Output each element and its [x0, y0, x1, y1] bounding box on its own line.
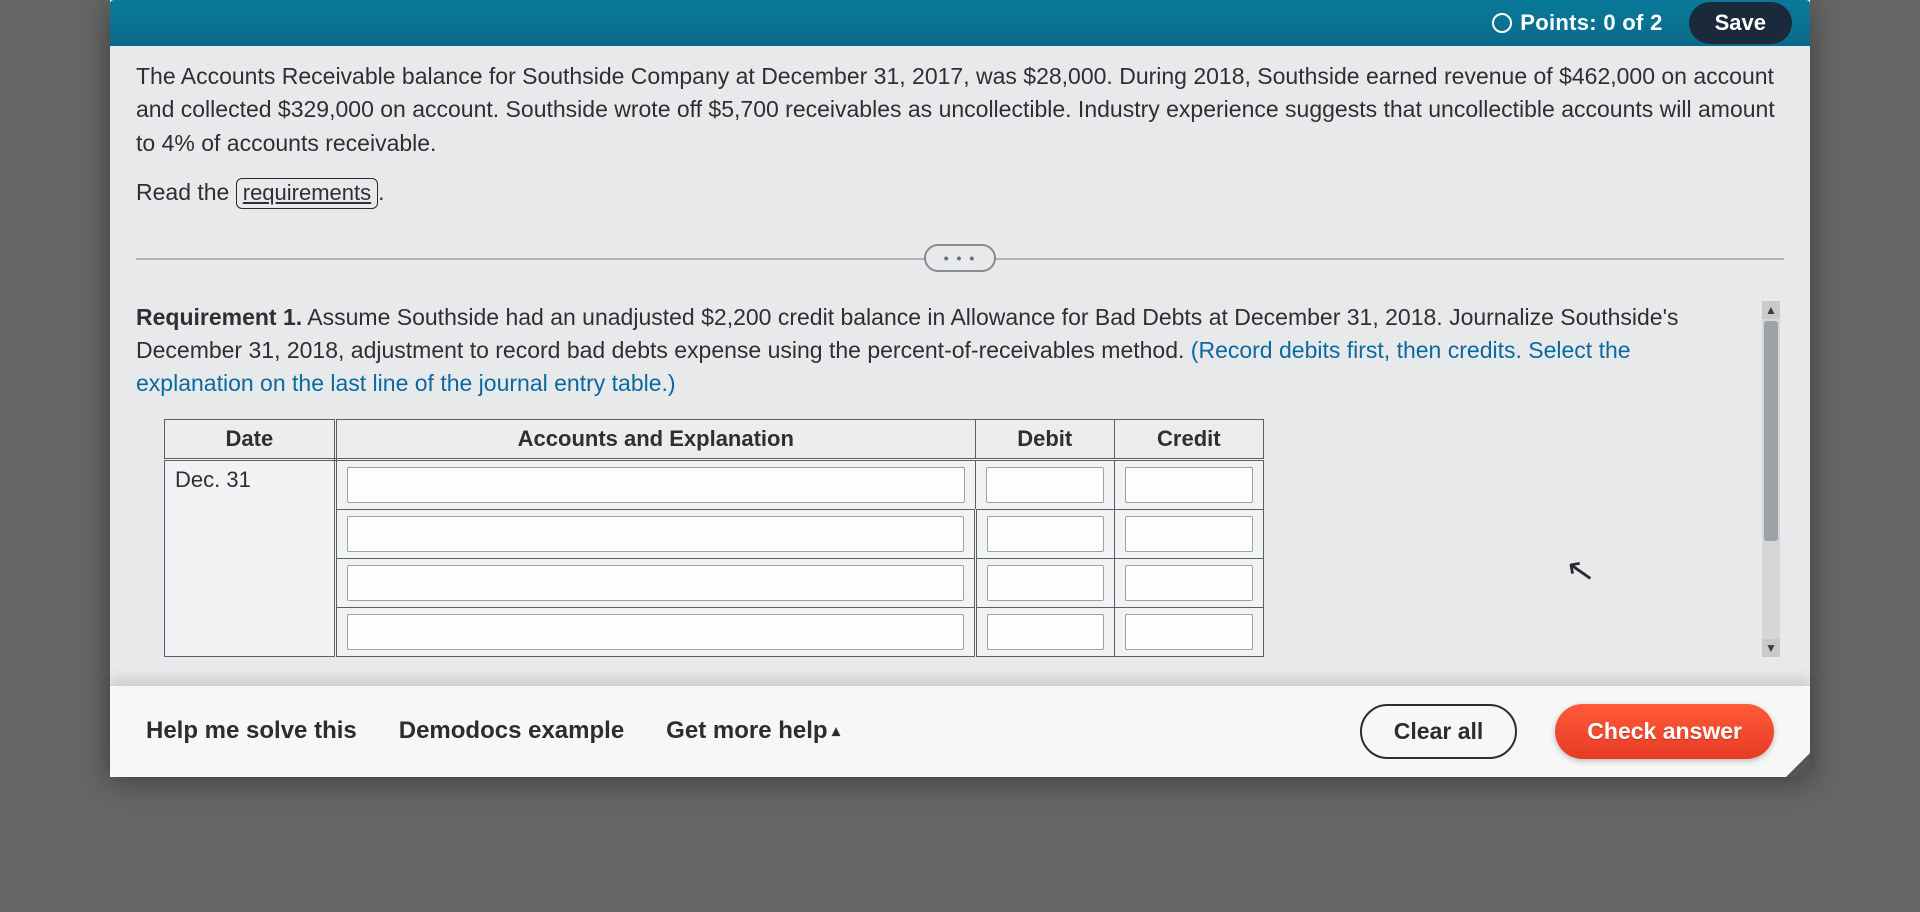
scroll-up-arrow-icon[interactable]: ▲ — [1762, 301, 1780, 319]
requirement-scroll-pane: Requirement 1. Assume Southside had an u… — [136, 301, 1784, 657]
debit-input-1[interactable] — [986, 467, 1104, 503]
assignment-panel: Points: 0 of 2 Save The Accounts Receiva… — [110, 0, 1810, 777]
resize-corner-icon[interactable] — [1786, 753, 1810, 777]
points-circle-icon — [1492, 13, 1512, 33]
credit-input-2[interactable] — [1125, 516, 1253, 552]
journal-entry-table-wrap: Date Accounts and Explanation Debit Cred… — [164, 419, 1754, 657]
col-debit: Debit — [975, 419, 1114, 459]
footer-bar: Help me solve this Demodocs example Get … — [110, 685, 1810, 777]
problem-statement: The Accounts Receivable balance for Sout… — [136, 60, 1784, 160]
credit-input-1[interactable] — [1125, 467, 1253, 503]
get-more-help-menu[interactable]: Get more help — [666, 717, 840, 745]
account-input-2[interactable] — [347, 516, 964, 552]
debit-input-4[interactable] — [987, 614, 1104, 650]
account-input-3[interactable] — [347, 565, 964, 601]
account-input-1[interactable] — [347, 467, 965, 503]
check-answer-button[interactable]: Check answer — [1555, 704, 1774, 759]
debit-input-3[interactable] — [987, 565, 1104, 601]
credit-input-4[interactable] — [1125, 614, 1253, 650]
vertical-scrollbar[interactable]: ▲ ▼ — [1762, 301, 1780, 657]
requirement-text: Requirement 1. Assume Southside had an u… — [136, 301, 1754, 401]
read-requirements-line: Read the requirements. — [136, 178, 1784, 209]
top-bar: Points: 0 of 2 Save — [110, 0, 1810, 46]
expand-pill[interactable]: • • • — [924, 244, 996, 272]
help-me-solve-link[interactable]: Help me solve this — [146, 717, 357, 745]
requirements-link[interactable]: requirements — [236, 178, 378, 209]
points-indicator: Points: 0 of 2 — [1492, 10, 1662, 36]
section-separator: • • • — [136, 231, 1784, 285]
journal-entry-table: Date Accounts and Explanation Debit Cred… — [164, 419, 1264, 657]
scroll-down-arrow-icon[interactable]: ▼ — [1762, 639, 1780, 657]
scroll-thumb[interactable] — [1764, 321, 1778, 541]
points-label: Points: 0 of 2 — [1520, 10, 1662, 36]
read-prefix: Read the — [136, 179, 236, 205]
col-acct: Accounts and Explanation — [335, 419, 975, 459]
table-row: Dec. 31 — [165, 459, 1264, 509]
footer-left: Help me solve this Demodocs example Get … — [146, 717, 1322, 745]
clear-all-button[interactable]: Clear all — [1360, 704, 1518, 759]
save-button[interactable]: Save — [1689, 2, 1792, 44]
account-input-4[interactable] — [347, 614, 964, 650]
demodocs-link[interactable]: Demodocs example — [399, 717, 624, 745]
requirement-heading: Requirement 1. — [136, 304, 302, 330]
col-date: Date — [165, 419, 336, 459]
body-area: The Accounts Receivable balance for Sout… — [110, 46, 1810, 657]
read-suffix: . — [378, 179, 384, 205]
credit-input-3[interactable] — [1125, 565, 1253, 601]
date-cell: Dec. 31 — [165, 459, 336, 656]
col-credit: Credit — [1114, 419, 1263, 459]
debit-input-2[interactable] — [987, 516, 1104, 552]
